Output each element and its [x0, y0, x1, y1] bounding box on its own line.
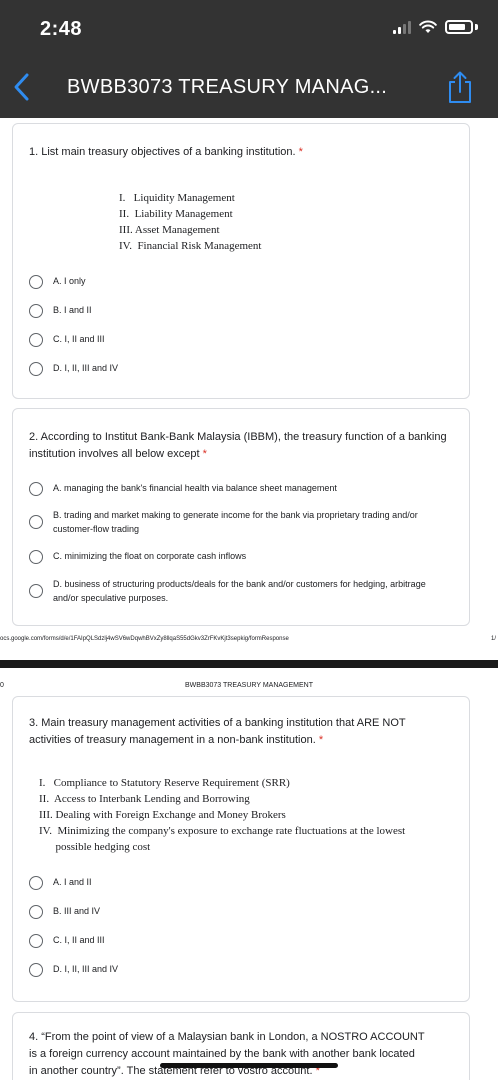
signal-icon — [393, 20, 411, 34]
back-chevron-icon[interactable] — [10, 72, 34, 102]
question-text: 2. According to Institut Bank-Bank Malay… — [29, 431, 447, 460]
roman-list: I. Liquidity Management II. Liability Ma… — [119, 190, 261, 254]
ink-scribble — [160, 1063, 338, 1068]
share-icon[interactable] — [446, 70, 474, 104]
radio-button[interactable] — [29, 482, 43, 496]
roman-item: possible hedging cost — [39, 841, 151, 853]
option-label: A. I only — [53, 276, 86, 286]
radio-button[interactable] — [29, 584, 43, 598]
option-c[interactable]: C. I, II and III — [29, 332, 105, 347]
question-card-3: 3. Main treasury management activities o… — [12, 696, 470, 1002]
radio-button[interactable] — [29, 333, 43, 347]
wifi-icon — [419, 20, 437, 33]
top-bar: 2:48 BWBB3073 TREASURY MANAG... — [0, 0, 498, 118]
option-c[interactable]: C. I, II and III — [29, 933, 105, 948]
option-a[interactable]: A. I and II — [29, 875, 92, 890]
option-b[interactable]: B. I and II — [29, 303, 92, 318]
page-number: 1/ — [490, 636, 496, 642]
radio-button[interactable] — [29, 876, 43, 890]
roman-item: IV. Minimizing the company's exposure to… — [39, 825, 406, 837]
option-label: A. managing the bank's financial health … — [53, 483, 337, 493]
option-d[interactable]: D. I, II, III and IV — [29, 962, 118, 977]
roman-item: IV. Financial Risk Management — [119, 240, 262, 252]
roman-item: I. Liquidity Management — [119, 192, 235, 204]
option-label: C. minimizing the float on corporate cas… — [53, 551, 247, 561]
page-break — [0, 660, 498, 668]
option-a[interactable]: A. managing the bank's financial health … — [29, 481, 449, 496]
radio-button[interactable] — [29, 963, 43, 977]
radio-button[interactable] — [29, 304, 43, 318]
question-card-2: 2. According to Institut Bank-Bank Malay… — [12, 408, 470, 626]
radio-button[interactable] — [29, 934, 43, 948]
option-b[interactable]: B. trading and market making to generate… — [29, 508, 449, 536]
question-card-4: 4. “From the point of view of a Malaysia… — [12, 1012, 470, 1080]
page-header: BWBB3073 TREASURY MANAGEMENT — [185, 682, 313, 689]
roman-item: III. Asset Management — [119, 224, 220, 236]
question-line: is a foreign currency account maintained… — [29, 1048, 415, 1060]
document-title: BWBB3073 TREASURY MANAG... — [67, 76, 388, 98]
option-d[interactable]: D. I, II, III and IV — [29, 361, 118, 376]
radio-button[interactable] — [29, 515, 43, 529]
option-label: B. I and II — [53, 305, 92, 315]
option-label: D. business of structuring products/deal… — [53, 579, 426, 603]
required-mark: * — [298, 146, 303, 158]
radio-button[interactable] — [29, 275, 43, 289]
option-label: B. trading and market making to generate… — [53, 510, 418, 534]
option-label: C. I, II and III — [53, 334, 105, 344]
question-card-1: 1. List main treasury objectives of a ba… — [12, 123, 470, 399]
option-b[interactable]: B. III and IV — [29, 904, 100, 919]
status-time: 2:48 — [40, 18, 83, 40]
radio-button[interactable] — [29, 550, 43, 564]
option-label: D. I, II, III and IV — [53, 363, 119, 373]
radio-button[interactable] — [29, 905, 43, 919]
required-mark: * — [202, 448, 207, 460]
status-icons — [393, 20, 478, 34]
question-text: 4. “From the point of view of a Malaysia… — [29, 1029, 459, 1080]
roman-item: II. Liability Management — [119, 208, 233, 220]
question-text: 3. Main treasury management activities o… — [29, 717, 406, 746]
roman-item: III. Dealing with Foreign Exchange and M… — [39, 809, 286, 821]
option-label: B. III and IV — [53, 906, 101, 916]
option-d[interactable]: D. business of structuring products/deal… — [29, 577, 449, 605]
option-c[interactable]: C. minimizing the float on corporate cas… — [29, 549, 449, 564]
battery-icon — [445, 20, 473, 34]
print-url: ocs.google.com/forms/d/e/1FAIpQLSdzlj4wS… — [0, 636, 289, 642]
roman-list: I. Compliance to Statutory Reserve Requi… — [39, 775, 459, 855]
option-label: A. I and II — [53, 877, 92, 887]
question-text: 1. List main treasury objectives of a ba… — [29, 146, 303, 158]
option-label: C. I, II and III — [53, 935, 105, 945]
roman-item: II. Access to Interbank Lending and Borr… — [39, 793, 250, 805]
option-label: D. I, II, III and IV — [53, 964, 119, 974]
question-line: 4. “From the point of view of a Malaysia… — [29, 1031, 425, 1043]
battery-tip — [475, 24, 478, 30]
roman-item: I. Compliance to Statutory Reserve Requi… — [39, 777, 290, 789]
radio-button[interactable] — [29, 362, 43, 376]
option-a[interactable]: A. I only — [29, 274, 86, 289]
required-mark: * — [318, 734, 324, 746]
